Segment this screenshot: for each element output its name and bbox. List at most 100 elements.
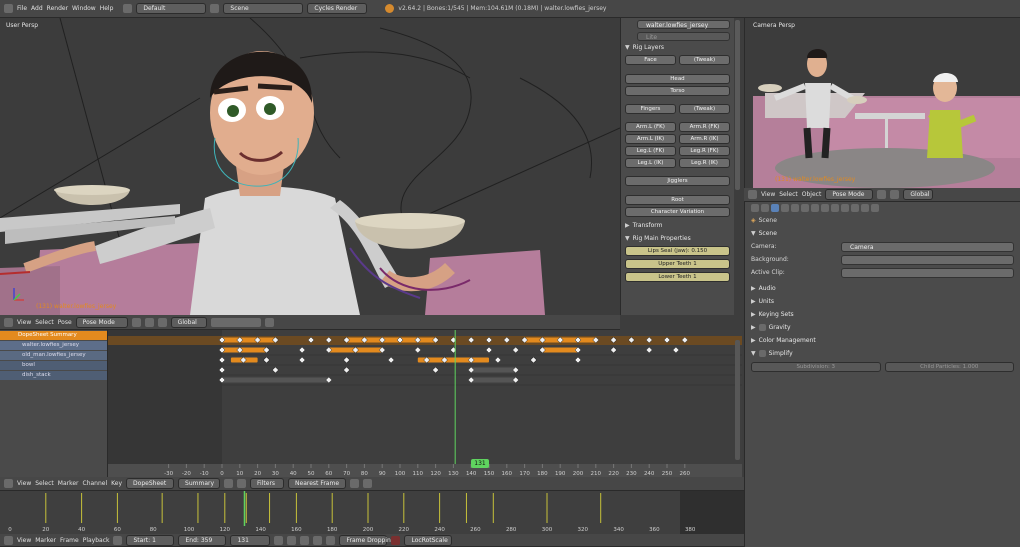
editor-type-icon[interactable] xyxy=(4,317,13,327)
physics-tab-icon[interactable] xyxy=(871,204,879,212)
leg-r-fk-button[interactable]: Leg.R (FK) xyxy=(679,146,730,156)
upper-teeth-field[interactable]: Upper Teeth 1 xyxy=(625,259,730,269)
render-engine-select[interactable]: Cycles Render xyxy=(307,3,368,14)
vp-orientation-select[interactable]: Global xyxy=(170,316,207,328)
face-button[interactable]: Face xyxy=(625,55,676,65)
current-frame-badge[interactable]: 131 xyxy=(471,459,489,468)
data-tab-icon[interactable] xyxy=(821,204,829,212)
camera-field[interactable]: Camera xyxy=(841,241,1014,252)
record-icon[interactable] xyxy=(113,535,123,545)
fingers-button[interactable]: Fingers xyxy=(625,104,676,114)
menu-file[interactable]: File xyxy=(17,5,27,12)
manipulator-icon[interactable] xyxy=(157,317,167,327)
constraints-tab-icon[interactable] xyxy=(801,204,809,212)
tl-menu-frame[interactable]: Frame xyxy=(60,537,79,544)
torso-button[interactable]: Torso xyxy=(625,86,730,96)
dopesheet-channel[interactable]: bowl xyxy=(0,361,107,370)
tl-menu-playback[interactable]: Playback xyxy=(83,537,110,544)
timeline[interactable]: 0 20 40 60 80 100 120 140 160 180 200 220 240 260 280 3… xyxy=(0,491,744,534)
scene-tab-icon[interactable] xyxy=(771,204,779,212)
dopesheet-area[interactable]: -30 -20 -10 0 10 20 30 40 50 60 70 80 90 100 110 120 130… xyxy=(108,330,742,477)
shading-icon[interactable] xyxy=(877,190,887,199)
object-field[interactable]: walter.lowfies_jersey xyxy=(637,20,730,29)
menu-help[interactable]: Help xyxy=(100,5,114,12)
selected-only-icon[interactable] xyxy=(224,479,234,488)
lower-teeth-field[interactable]: Lower Teeth 1 xyxy=(625,272,730,282)
editor-type-icon[interactable] xyxy=(4,535,13,545)
subdivision-field[interactable]: Subdivision: 3 xyxy=(751,362,881,372)
rig-panel-scrollbar[interactable] xyxy=(735,20,740,190)
menu-add[interactable]: Add xyxy=(31,5,43,12)
root-button[interactable]: Root xyxy=(625,195,730,205)
rig-layers-header[interactable]: ▼ Rig Layers xyxy=(625,41,730,54)
lips-seal-slider[interactable]: Lips Seal (jaw): 0.150 xyxy=(625,246,730,256)
simplify-section[interactable]: ▼ Simplify xyxy=(751,347,1014,360)
render-tab-icon[interactable] xyxy=(751,204,759,212)
vp-mode-select[interactable]: Pose Mode xyxy=(75,316,128,328)
gravity-section[interactable]: ▶ Gravity xyxy=(751,321,1014,334)
ds-menu-key[interactable]: Key xyxy=(111,480,122,487)
next-key-icon[interactable] xyxy=(313,535,323,545)
dopesheet-channel[interactable]: walter.lowfies_jersey xyxy=(0,341,107,350)
prop-menu-object[interactable]: Object xyxy=(802,191,822,198)
vp-menu-select[interactable]: Select xyxy=(35,319,54,326)
ds-menu-channel[interactable]: Channel xyxy=(83,480,108,487)
background-field[interactable] xyxy=(841,254,1014,265)
ds-mode-select[interactable]: DopeSheet xyxy=(126,478,175,489)
play-icon[interactable] xyxy=(300,535,310,545)
camera-viewport[interactable]: Camera Persp (131) walter.lowfies_jersey xyxy=(744,18,1020,188)
character-variation-button[interactable]: Character Variation xyxy=(625,207,730,217)
tl-menu-marker[interactable]: Marker xyxy=(35,537,56,544)
object-tab-icon[interactable] xyxy=(791,204,799,212)
prop-mode-select[interactable]: Pose Mode xyxy=(825,189,874,200)
arm-l-fk-button[interactable]: Arm.L (FK) xyxy=(625,122,676,132)
snap-select[interactable]: Nearest Frame xyxy=(288,478,347,489)
material-tab-icon[interactable] xyxy=(841,204,849,212)
vp-menu-view[interactable]: View xyxy=(17,319,31,326)
end-frame-field[interactable]: End: 359 xyxy=(178,534,227,546)
layers-tab-icon[interactable] xyxy=(761,204,769,212)
dopesheet-channel[interactable]: old_man.lowfies_jersey xyxy=(0,351,107,360)
dopesheet-channel[interactable]: DopeSheet Summary xyxy=(0,331,107,340)
gravity-checkbox[interactable] xyxy=(758,324,766,331)
color-management-section[interactable]: ▶ Color Management xyxy=(751,334,1014,347)
arm-r-ik-button[interactable]: Arm.R (IK) xyxy=(679,134,730,144)
scene-select[interactable]: Scene xyxy=(223,3,304,14)
dopesheet-scroll-handle[interactable] xyxy=(735,340,740,460)
snap-icon[interactable] xyxy=(264,317,274,327)
face-tweak-button[interactable]: (Tweak) xyxy=(679,55,730,65)
prop-orientation-select[interactable]: Global xyxy=(903,189,934,200)
jump-end-icon[interactable] xyxy=(326,535,336,545)
prev-key-icon[interactable] xyxy=(287,535,297,545)
modifiers-tab-icon[interactable] xyxy=(811,204,819,212)
scene-section-header[interactable]: ▼ Scene xyxy=(751,227,1014,240)
jump-start-icon[interactable] xyxy=(274,535,284,545)
bone-tab-icon[interactable] xyxy=(831,204,839,212)
world-tab-icon[interactable] xyxy=(781,204,789,212)
prop-menu-view[interactable]: View xyxy=(761,191,775,198)
dopesheet-channel[interactable]: dish_stack xyxy=(0,371,107,380)
leg-l-ik-button[interactable]: Leg.L (IK) xyxy=(625,158,676,168)
units-section[interactable]: ▶ Units xyxy=(751,295,1014,308)
editor-type-icon[interactable] xyxy=(4,479,13,488)
pivot-icon[interactable] xyxy=(890,190,900,199)
active-clip-field[interactable] xyxy=(841,267,1014,278)
hidden-icon[interactable] xyxy=(237,479,247,488)
summary-toggle[interactable]: Summary xyxy=(178,478,221,489)
ds-menu-select[interactable]: Select xyxy=(35,480,54,487)
layout-select[interactable]: Default xyxy=(136,3,207,14)
keying-set-select[interactable]: LocRotScale xyxy=(404,534,453,546)
paste-keys-icon[interactable] xyxy=(363,479,373,488)
shading-icon[interactable] xyxy=(131,317,141,327)
pivot-icon[interactable] xyxy=(144,317,154,327)
layout-icon[interactable] xyxy=(123,4,133,13)
filters-toggle[interactable]: Filters xyxy=(250,478,285,489)
scene-icon[interactable] xyxy=(210,4,220,13)
layers-icon[interactable] xyxy=(210,317,261,327)
simplify-checkbox[interactable] xyxy=(758,350,766,357)
arm-r-fk-button[interactable]: Arm.R (FK) xyxy=(679,122,730,132)
fingers-tweak-button[interactable]: (Tweak) xyxy=(679,104,730,114)
jigglers-button[interactable]: Jigglers xyxy=(625,176,730,186)
current-frame-field[interactable]: 131 xyxy=(230,534,271,546)
3d-viewport[interactable]: User Persp (131) walter.lowfies_jersey xyxy=(0,18,620,315)
